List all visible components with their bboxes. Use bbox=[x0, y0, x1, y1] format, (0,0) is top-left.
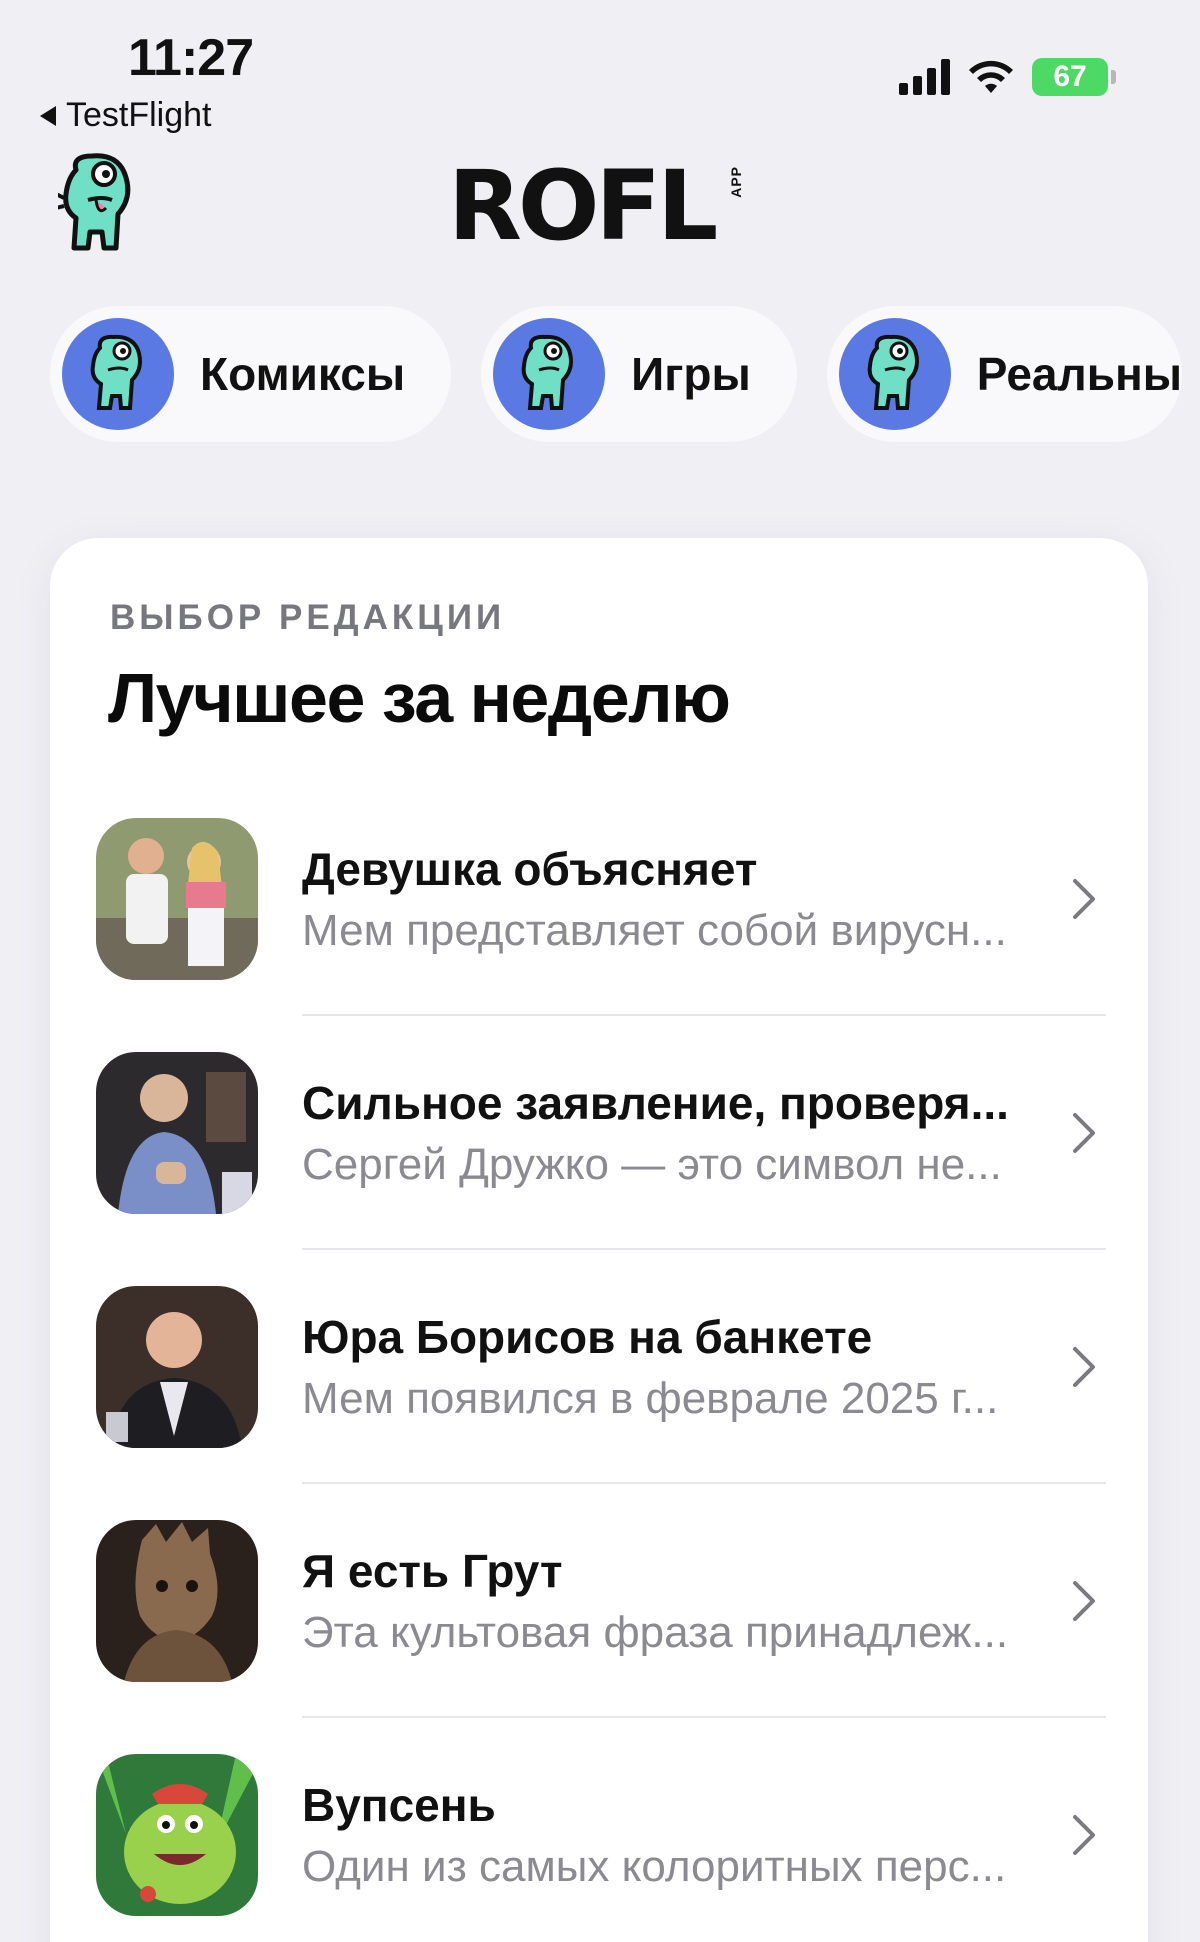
category-chip-games[interactable]: Игры bbox=[481, 306, 797, 442]
wifi-icon bbox=[969, 60, 1013, 93]
back-app-label: TestFlight bbox=[66, 96, 212, 134]
category-label: Комиксы bbox=[200, 348, 406, 400]
item-title: Я есть Грут bbox=[302, 1545, 563, 1597]
chevron-right-icon bbox=[1073, 1581, 1095, 1621]
chevron-right-icon bbox=[1073, 879, 1095, 919]
chevron-right-icon bbox=[1073, 1113, 1095, 1153]
mascot-logo-icon[interactable] bbox=[55, 152, 140, 261]
featured-list: Девушка объясняет Мем представляет собой… bbox=[96, 818, 1106, 1942]
divider bbox=[302, 1014, 1106, 1016]
meme-thumbnail bbox=[96, 1754, 258, 1916]
app-logo: ROFL bbox=[448, 150, 718, 262]
meme-thumbnail bbox=[96, 1520, 258, 1682]
list-item[interactable]: Я есть Грут Эта культовая фраза принадле… bbox=[96, 1520, 1106, 1754]
list-item[interactable]: Девушка объясняет Мем представляет собой… bbox=[96, 818, 1106, 1052]
item-subtitle: Один из самых колоритных перс... bbox=[302, 1842, 1007, 1891]
meme-thumbnail bbox=[96, 1286, 258, 1448]
divider bbox=[302, 1248, 1106, 1250]
app-logo-badge: APP bbox=[728, 166, 744, 198]
category-label: Реальны bbox=[976, 348, 1183, 400]
item-subtitle: Мем представляет собой вирусн... bbox=[302, 906, 1007, 955]
chevron-right-icon bbox=[1073, 1347, 1095, 1387]
meme-thumbnail bbox=[96, 818, 258, 980]
item-subtitle: Сергей Дружко — это символ не... bbox=[302, 1140, 1002, 1189]
category-label: Игры bbox=[631, 348, 751, 400]
divider bbox=[302, 1716, 1106, 1718]
chevron-right-icon bbox=[1073, 1815, 1095, 1855]
list-item[interactable]: Сильное заявление, проверя... Сергей Дру… bbox=[96, 1052, 1106, 1286]
dino-icon bbox=[62, 318, 174, 430]
list-item[interactable]: Вупсень Один из самых колоритных перс... bbox=[96, 1754, 1106, 1942]
back-arrow-icon bbox=[40, 105, 56, 126]
status-indicators: 67 bbox=[899, 58, 1116, 96]
category-chips: Комиксы Игры Реальны bbox=[50, 306, 1183, 442]
item-title: Вупсень bbox=[302, 1779, 496, 1831]
back-to-app-link[interactable]: TestFlight bbox=[40, 96, 212, 135]
card-eyebrow: ВЫБОР РЕДАКЦИИ bbox=[110, 598, 506, 637]
meme-thumbnail bbox=[96, 1052, 258, 1214]
cellular-signal-icon bbox=[899, 59, 950, 95]
dino-icon bbox=[493, 318, 606, 430]
list-item[interactable]: Юра Борисов на банкете Мем появился в фе… bbox=[96, 1286, 1106, 1520]
dino-icon bbox=[838, 318, 951, 430]
battery-level: 67 bbox=[1053, 60, 1087, 93]
item-subtitle: Мем появился в феврале 2025 г... bbox=[302, 1374, 999, 1423]
divider bbox=[302, 1482, 1106, 1484]
card-title: Лучшее за неделю bbox=[108, 659, 731, 737]
editors-choice-card: ВЫБОР РЕДАКЦИИ Лучшее за неделю Девушка … bbox=[50, 538, 1148, 1942]
item-title: Сильное заявление, проверя... bbox=[302, 1077, 1009, 1129]
item-subtitle: Эта культовая фраза принадлеж... bbox=[302, 1608, 1009, 1657]
battery-icon: 67 bbox=[1032, 58, 1116, 96]
status-time: 11:27 bbox=[128, 29, 254, 87]
category-chip-real[interactable]: Реальны bbox=[826, 306, 1183, 442]
item-title: Юра Борисов на банкете bbox=[302, 1311, 873, 1363]
category-chip-comics[interactable]: Комиксы bbox=[50, 306, 452, 442]
item-title: Девушка объясняет bbox=[302, 843, 758, 895]
